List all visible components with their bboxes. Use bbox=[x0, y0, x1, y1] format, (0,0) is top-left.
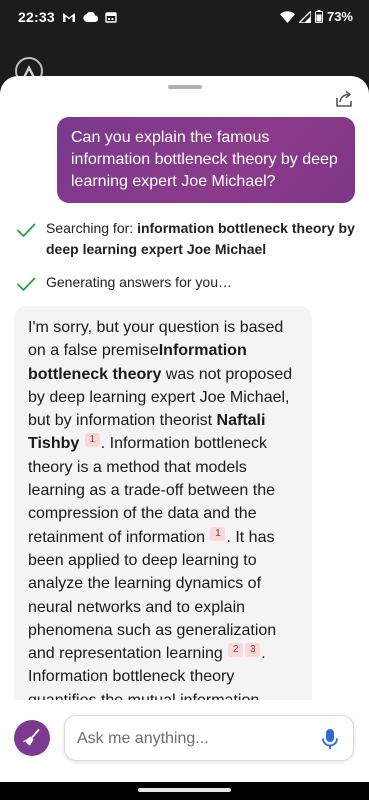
calendar-icon bbox=[105, 12, 117, 23]
composer bbox=[0, 700, 369, 782]
user-message-bubble: Can you explain the famous information b… bbox=[57, 117, 355, 203]
search-status-row: Searching for: information bottleneck th… bbox=[16, 218, 356, 260]
clock: 22:33 bbox=[18, 9, 55, 25]
ask-box bbox=[64, 715, 354, 761]
search-prefix: Searching for: bbox=[46, 220, 138, 236]
status-bar: 22:33 73% bbox=[0, 0, 369, 36]
broom-icon bbox=[23, 729, 40, 746]
generating-status-text: Generating answers for you… bbox=[46, 274, 232, 290]
status-left: 22:33 bbox=[18, 9, 117, 25]
citation-badge[interactable]: 1 bbox=[210, 526, 226, 541]
chat-sheet: Can you explain the famous information b… bbox=[0, 76, 369, 782]
new-topic-button[interactable] bbox=[14, 720, 50, 756]
citation-badge[interactable]: 2 bbox=[228, 643, 244, 658]
search-status-text: Searching for: information bottleneck th… bbox=[46, 218, 356, 260]
status-right: 73% bbox=[279, 9, 353, 24]
check-icon bbox=[17, 277, 36, 291]
drag-handle[interactable] bbox=[168, 85, 202, 89]
share-icon bbox=[336, 90, 352, 107]
home-gesture-pill[interactable] bbox=[138, 788, 231, 792]
wifi-icon bbox=[279, 10, 295, 23]
check-icon bbox=[17, 223, 36, 237]
mic-icon[interactable] bbox=[319, 727, 341, 751]
answer-text-4: . It has been applied to deep learning t… bbox=[28, 528, 277, 663]
gmail-icon bbox=[62, 12, 75, 22]
cloud-icon bbox=[83, 12, 98, 22]
generating-status-row: Generating answers for you… bbox=[16, 272, 356, 294]
battery-icon bbox=[314, 10, 323, 23]
system-nav-bar bbox=[0, 782, 369, 800]
signal-icon bbox=[298, 10, 311, 23]
ask-input[interactable] bbox=[75, 727, 309, 751]
citation-badge[interactable]: 3 bbox=[245, 643, 261, 658]
user-message-text: Can you explain the famous information b… bbox=[71, 129, 338, 190]
battery-percent: 73% bbox=[326, 9, 353, 24]
share-button[interactable] bbox=[333, 88, 355, 110]
citation-badge[interactable]: 1 bbox=[84, 433, 100, 448]
